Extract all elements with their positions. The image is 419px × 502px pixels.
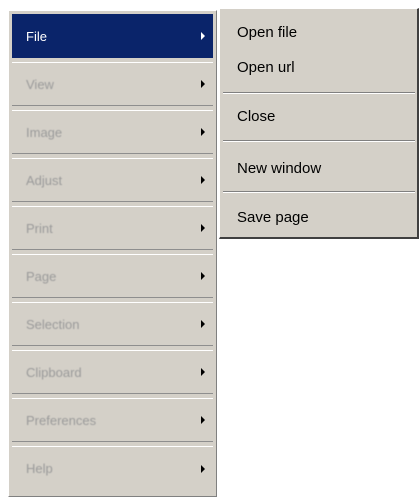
submenu-arrow-icon [201,224,205,232]
submenu-arrow-icon [201,416,205,424]
submenu-arrow-icon [201,32,205,40]
main-menu: File View Image Adjust Print Page Select… [8,10,217,497]
file-submenu: Open file Open url Close New window Save… [219,8,419,239]
submenu-divider [223,140,415,142]
menu-item-label: View [26,76,54,92]
menu-item-label: Help [26,461,53,476]
menu-item-selection[interactable]: Selection [12,302,213,346]
menu-item-view[interactable]: View [12,62,213,106]
menu-item-adjust[interactable]: Adjust [12,158,213,202]
menu-item-label: Page [26,268,57,284]
submenu-arrow-icon [201,272,205,280]
menu-item-print[interactable]: Print [12,206,213,250]
submenu-arrow-icon [201,128,205,136]
menu-item-label: Adjust [26,172,63,188]
submenu-item-new-window[interactable]: New window [237,160,321,177]
menu-item-label: Print [26,220,53,236]
menu-item-label: Selection [26,316,80,332]
submenu-divider [223,92,415,94]
menu-screen: File View Image Adjust Print Page Select… [0,0,419,502]
menu-item-label: Preferences [26,412,97,428]
submenu-arrow-icon [201,464,205,473]
submenu-item-open-url[interactable]: Open url [237,59,295,76]
menu-item-label: Clipboard [26,364,82,380]
menu-item-preferences[interactable]: Preferences [12,398,213,442]
submenu-arrow-icon [201,80,205,88]
submenu-arrow-icon [201,176,205,184]
submenu-arrow-icon [201,320,205,328]
menu-item-image[interactable]: Image [12,110,213,154]
menu-item-file[interactable]: File [12,14,213,58]
menu-item-help[interactable]: Help [12,446,213,490]
submenu-item-close[interactable]: Close [237,108,275,125]
menu-item-label: Image [26,124,63,140]
submenu-divider [223,191,415,193]
menu-item-clipboard[interactable]: Clipboard [12,350,213,394]
menu-item-page[interactable]: Page [12,254,213,298]
menu-item-label: File [26,28,47,44]
submenu-item-open-file[interactable]: Open file [237,24,297,41]
submenu-arrow-icon [201,368,205,376]
submenu-item-save-page[interactable]: Save page [237,209,309,226]
